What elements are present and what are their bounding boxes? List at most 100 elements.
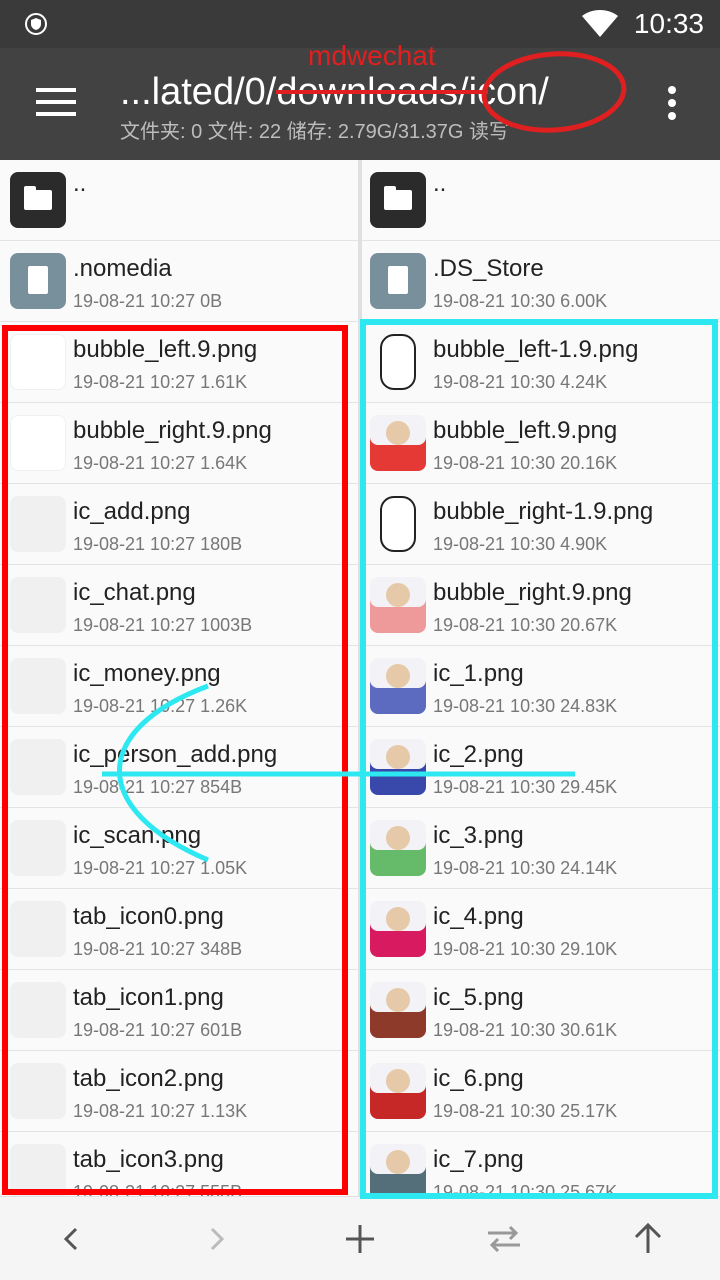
- file-meta: 19-08-21 10:27 601B: [73, 1020, 243, 1040]
- menu-icon[interactable]: [36, 88, 76, 118]
- forward-icon[interactable]: [192, 1215, 240, 1263]
- file-thumbnail: [10, 1144, 66, 1196]
- file-thumbnail: [10, 739, 66, 795]
- file-meta: 19-08-21 10:30 25.17K: [433, 1101, 618, 1121]
- file-meta: 19-08-21 10:30 30.61K: [433, 1020, 618, 1040]
- file-row[interactable]: bubble_right-1.9.png 19-08-21 10:30 4.90K: [362, 484, 720, 565]
- file-name: tab_icon1.png: [73, 984, 224, 1011]
- file-name: ic_6.png: [433, 1065, 524, 1092]
- wifi-icon: [582, 10, 618, 37]
- file-row[interactable]: bubble_right.9.png 19-08-21 10:30 20.67K: [362, 565, 720, 646]
- up-icon[interactable]: [624, 1215, 672, 1263]
- parent-dir-row[interactable]: ..: [362, 160, 720, 241]
- parent-dir-row[interactable]: ..: [0, 160, 358, 241]
- shield-icon: [25, 13, 47, 35]
- bottom-action-bar: [0, 1196, 720, 1280]
- file-name: .DS_Store: [433, 255, 544, 282]
- file-meta: 19-08-21 10:27 1.61K: [73, 372, 248, 392]
- file-thumbnail: [370, 982, 426, 1038]
- file-row[interactable]: ic_2.png 19-08-21 10:30 29.45K: [362, 727, 720, 808]
- file-name: ic_1.png: [433, 660, 524, 687]
- file-name: bubble_right.9.png: [433, 579, 632, 606]
- file-row[interactable]: tab_icon0.png 19-08-21 10:27 348B: [0, 889, 358, 970]
- file-thumbnail: [10, 334, 66, 390]
- file-thumbnail: [380, 496, 416, 552]
- file-thumbnail: [10, 820, 66, 876]
- swap-icon[interactable]: [480, 1215, 528, 1263]
- file-meta: 19-08-21 10:27 348B: [73, 939, 243, 959]
- file-meta: 19-08-21 10:27 1.64K: [73, 453, 248, 473]
- file-name: ic_chat.png: [73, 579, 196, 606]
- file-row[interactable]: ic_3.png 19-08-21 10:30 24.14K: [362, 808, 720, 889]
- file-row[interactable]: ic_chat.png 19-08-21 10:27 1003B: [0, 565, 358, 646]
- parent-dir-label: ..: [433, 170, 447, 197]
- file-row[interactable]: bubble_left-1.9.png 19-08-21 10:30 4.24K: [362, 322, 720, 403]
- file-thumbnail: [370, 901, 426, 957]
- file-meta: 19-08-21 10:30 25.67K: [433, 1182, 618, 1196]
- clock: 10:33: [633, 8, 704, 39]
- parent-dir-label: ..: [73, 170, 87, 197]
- annotation-label: mdwechat: [308, 40, 436, 71]
- file-name: .nomedia: [73, 255, 172, 282]
- file-name: ic_scan.png: [73, 822, 202, 849]
- file-name: ic_4.png: [433, 903, 524, 930]
- file-row[interactable]: ic_6.png 19-08-21 10:30 25.17K: [362, 1051, 720, 1132]
- file-name: ic_add.png: [73, 498, 191, 525]
- file-row[interactable]: tab_icon3.png 19-08-21 10:27 555B: [0, 1132, 358, 1196]
- file-row[interactable]: ic_add.png 19-08-21 10:27 180B: [0, 484, 358, 565]
- file-icon: [10, 253, 66, 309]
- file-meta: 19-08-21 10:27 1.13K: [73, 1101, 248, 1121]
- file-meta: 19-08-21 10:27 555B: [73, 1182, 243, 1196]
- file-name: ic_person_add.png: [73, 741, 278, 768]
- file-thumbnail: [10, 577, 66, 633]
- file-row[interactable]: .DS_Store 19-08-21 10:30 6.00K: [362, 241, 720, 322]
- file-row[interactable]: ic_1.png 19-08-21 10:30 24.83K: [362, 646, 720, 727]
- file-thumbnail: [370, 1144, 426, 1196]
- file-name: tab_icon3.png: [73, 1146, 224, 1173]
- file-thumbnail: [10, 901, 66, 957]
- file-meta: 19-08-21 10:27 180B: [73, 534, 243, 554]
- file-meta: 19-08-21 10:27 1.26K: [73, 696, 248, 716]
- file-thumbnail: [370, 1063, 426, 1119]
- file-row[interactable]: tab_icon1.png 19-08-21 10:27 601B: [0, 970, 358, 1051]
- file-row[interactable]: .nomedia 19-08-21 10:27 0B: [0, 241, 358, 322]
- file-name: ic_7.png: [433, 1146, 524, 1173]
- file-row[interactable]: bubble_left.9.png 19-08-21 10:27 1.61K: [0, 322, 358, 403]
- file-thumbnail: [10, 496, 66, 552]
- file-name: tab_icon0.png: [73, 903, 224, 930]
- file-meta: 19-08-21 10:30 24.83K: [433, 696, 618, 716]
- file-meta: 19-08-21 10:30 29.10K: [433, 939, 618, 959]
- file-name: bubble_right-1.9.png: [433, 498, 654, 525]
- file-row[interactable]: ic_5.png 19-08-21 10:30 30.61K: [362, 970, 720, 1051]
- add-icon[interactable]: [336, 1215, 384, 1263]
- file-row[interactable]: ic_7.png 19-08-21 10:30 25.67K: [362, 1132, 720, 1196]
- file-meta: 19-08-21 10:30 29.45K: [433, 777, 618, 797]
- file-thumbnail: [10, 658, 66, 714]
- file-row[interactable]: tab_icon2.png 19-08-21 10:27 1.13K: [0, 1051, 358, 1132]
- file-meta: 19-08-21 10:30 4.90K: [433, 534, 608, 554]
- file-meta: 19-08-21 10:30 20.67K: [433, 615, 618, 635]
- file-meta: 19-08-21 10:27 1003B: [73, 615, 253, 635]
- file-row[interactable]: ic_4.png 19-08-21 10:30 29.10K: [362, 889, 720, 970]
- file-row[interactable]: ic_money.png 19-08-21 10:27 1.26K: [0, 646, 358, 727]
- folder-icon: [370, 172, 426, 228]
- file-row[interactable]: ic_person_add.png 19-08-21 10:27 854B: [0, 727, 358, 808]
- folder-icon: [10, 172, 66, 228]
- file-thumbnail: [370, 739, 426, 795]
- left-file-list: .. .nomedia 19-08-21 10:27 0B bubble_left.…: [0, 160, 358, 1196]
- file-name: ic_money.png: [73, 660, 221, 687]
- file-thumbnail: [370, 820, 426, 876]
- more-vert-icon[interactable]: [664, 86, 680, 122]
- file-row[interactable]: ic_scan.png 19-08-21 10:27 1.05K: [0, 808, 358, 889]
- file-row[interactable]: bubble_left.9.png 19-08-21 10:30 20.16K: [362, 403, 720, 484]
- file-name: ic_2.png: [433, 741, 524, 768]
- file-name: bubble_left.9.png: [73, 336, 258, 363]
- right-file-list: .. .DS_Store 19-08-21 10:30 6.00K bubble_l…: [362, 160, 720, 1196]
- back-icon[interactable]: [48, 1215, 96, 1263]
- file-thumbnail: [10, 982, 66, 1038]
- file-thumbnail: [10, 415, 66, 471]
- file-meta: 19-08-21 10:30 4.24K: [433, 372, 608, 392]
- file-meta: 19-08-21 10:30 6.00K: [433, 291, 608, 311]
- file-thumbnail: [370, 415, 426, 471]
- file-row[interactable]: bubble_right.9.png 19-08-21 10:27 1.64K: [0, 403, 358, 484]
